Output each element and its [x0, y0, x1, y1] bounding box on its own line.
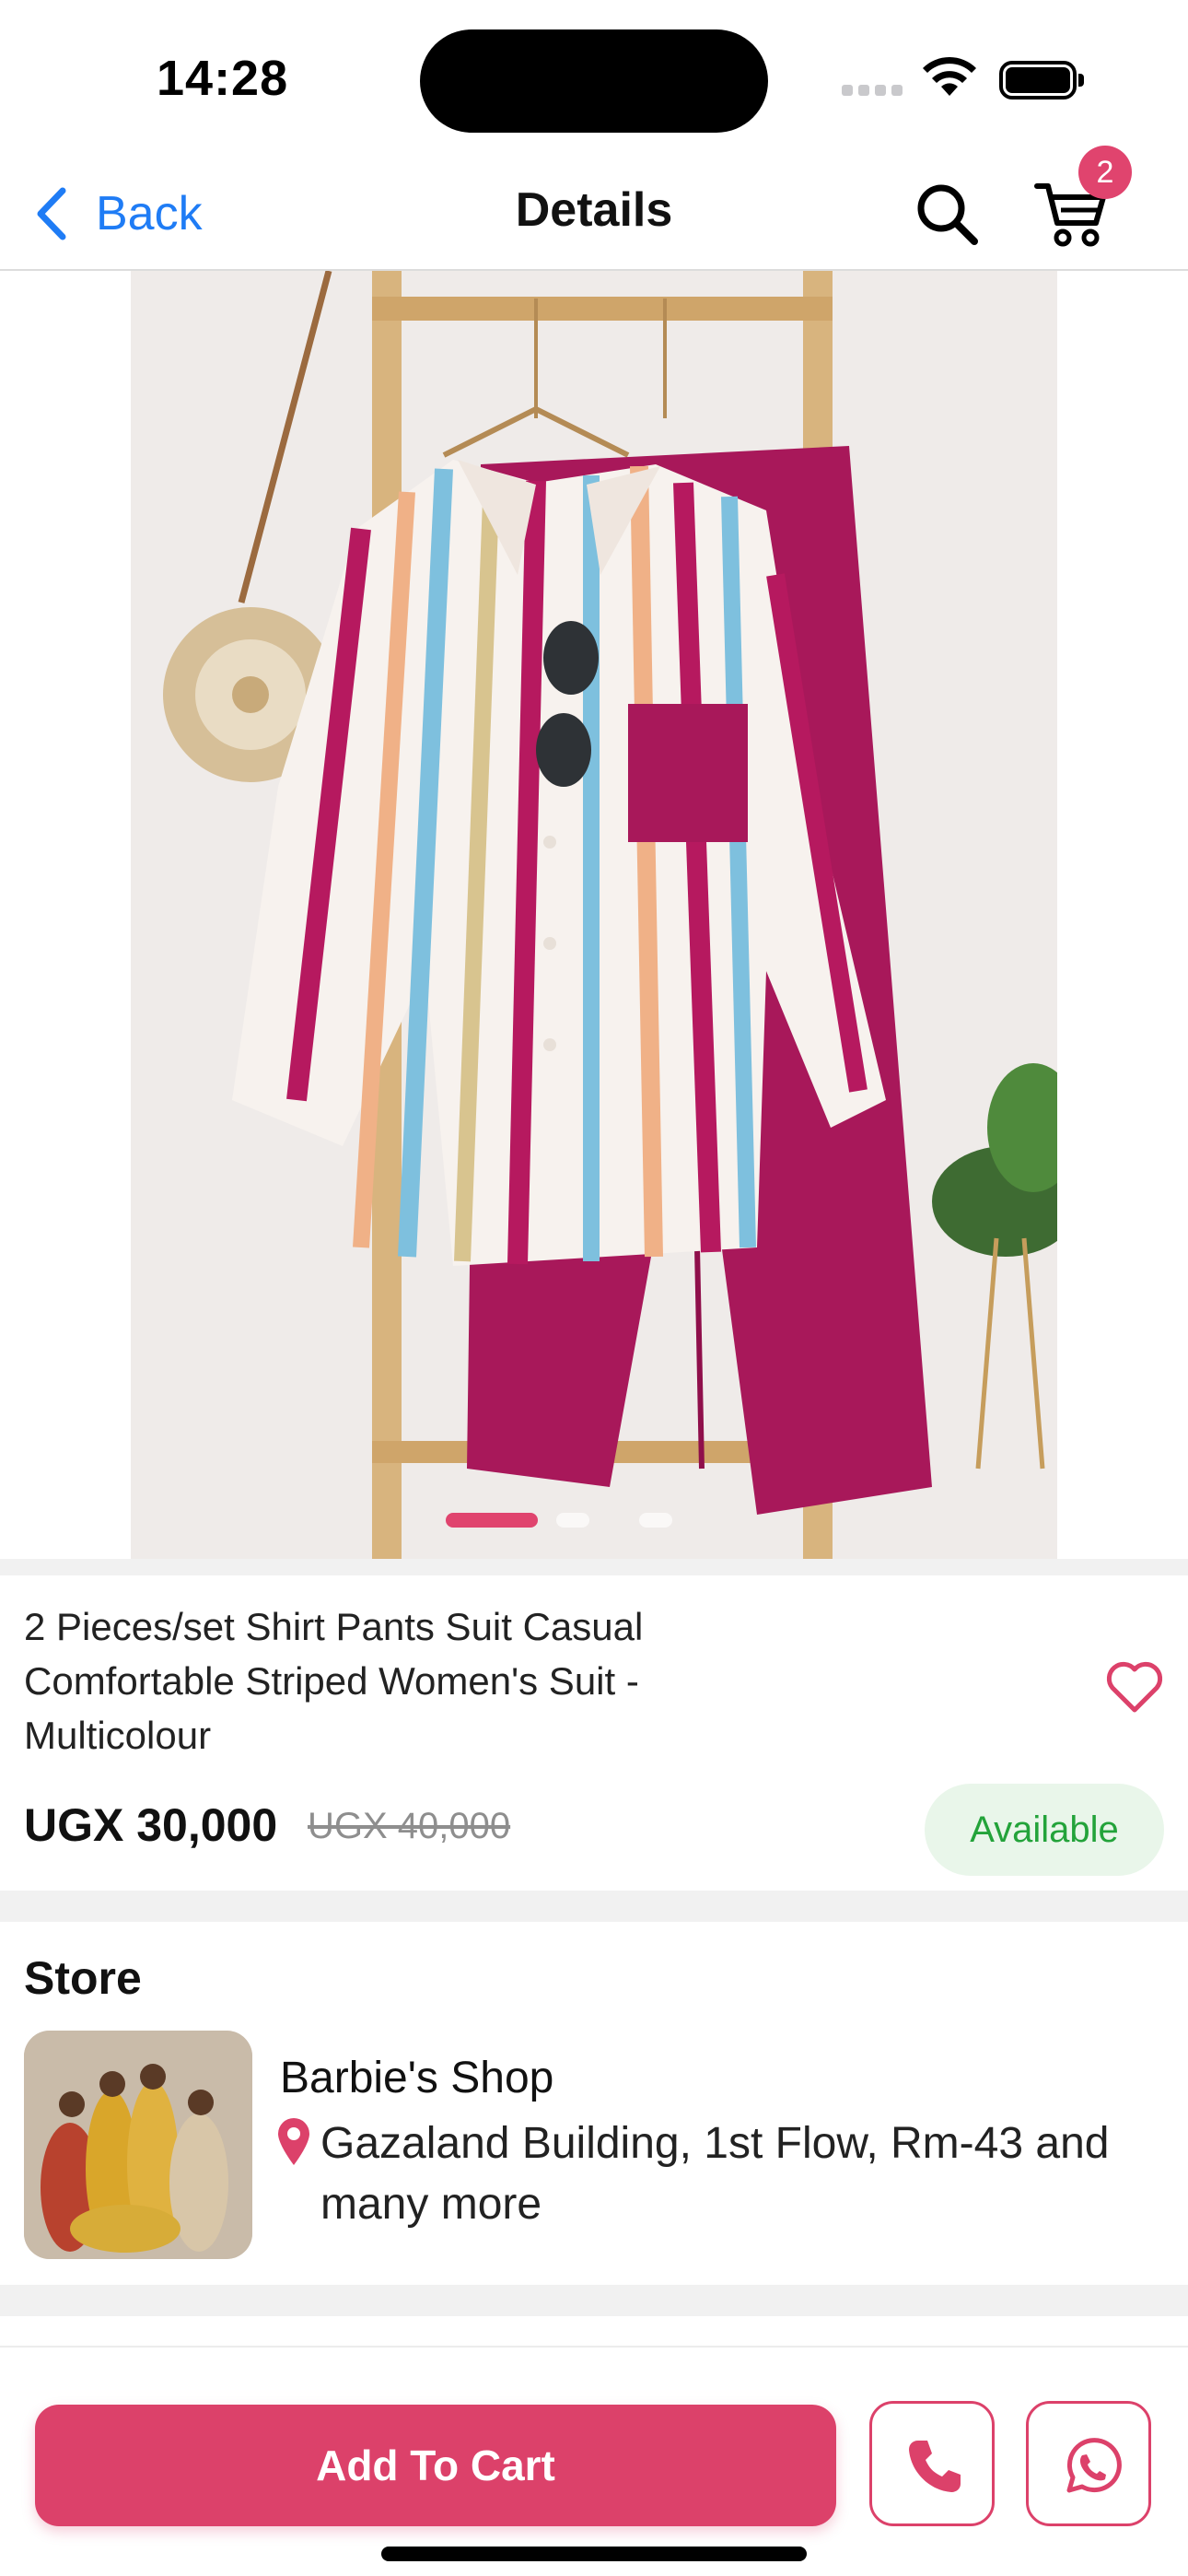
bottom-action-bar: Add To Cart — [0, 2346, 1188, 2576]
product-photo[interactable] — [131, 271, 1057, 1559]
status-bar: 14:28 — [0, 0, 1188, 157]
product-title: 2 Pieces/set Shirt Pants Suit Casual Com… — [24, 1605, 644, 1757]
store-thumbnail[interactable] — [24, 2031, 252, 2259]
search-icon[interactable] — [912, 179, 982, 249]
cellular-signal-icon — [842, 85, 904, 98]
store-address: Gazaland Building, 1st Flow, Rm-43 and m… — [320, 2119, 1110, 2229]
availability-badge: Available — [925, 1784, 1164, 1876]
whatsapp-button[interactable] — [1026, 2401, 1151, 2526]
product-gallery[interactable] — [0, 271, 1188, 1559]
store-name[interactable]: Barbie's Shop — [280, 2053, 553, 2103]
home-indicator — [381, 2547, 807, 2561]
pagination-dot-active[interactable] — [446, 1513, 538, 1528]
location-pin-icon — [278, 2118, 309, 2165]
store-card: Store Barbie's Shop Gazaland Building, 1… — [0, 1922, 1188, 2285]
dynamic-island — [420, 29, 768, 133]
pagination-dot[interactable] — [556, 1513, 589, 1528]
pagination-dot[interactable] — [639, 1513, 672, 1528]
page-title: Details — [515, 183, 673, 237]
cart-count-badge: 2 — [1078, 146, 1132, 199]
section-divider — [0, 2285, 1188, 2316]
status-time: 14:28 — [157, 51, 289, 106]
product-old-price: UGX 40,000 — [308, 1806, 511, 1846]
navigation-bar: Back Details — [0, 157, 1188, 271]
gallery-pagination[interactable] — [0, 1511, 1188, 1529]
section-divider — [0, 1559, 1188, 1575]
favorite-heart-icon[interactable] — [1105, 1660, 1164, 1714]
wifi-icon — [923, 56, 976, 96]
phone-icon — [909, 2441, 961, 2492]
add-to-cart-button[interactable]: Add To Cart — [35, 2405, 836, 2526]
whatsapp-icon — [1066, 2438, 1122, 2493]
store-heading: Store — [24, 1952, 142, 2004]
product-info-card: 2 Pieces/set Shirt Pants Suit Casual Com… — [0, 1575, 1188, 1891]
call-button[interactable] — [869, 2401, 995, 2526]
section-divider — [0, 1891, 1188, 1922]
product-price: UGX 30,000 — [24, 1799, 278, 1851]
battery-icon — [999, 61, 1084, 100]
